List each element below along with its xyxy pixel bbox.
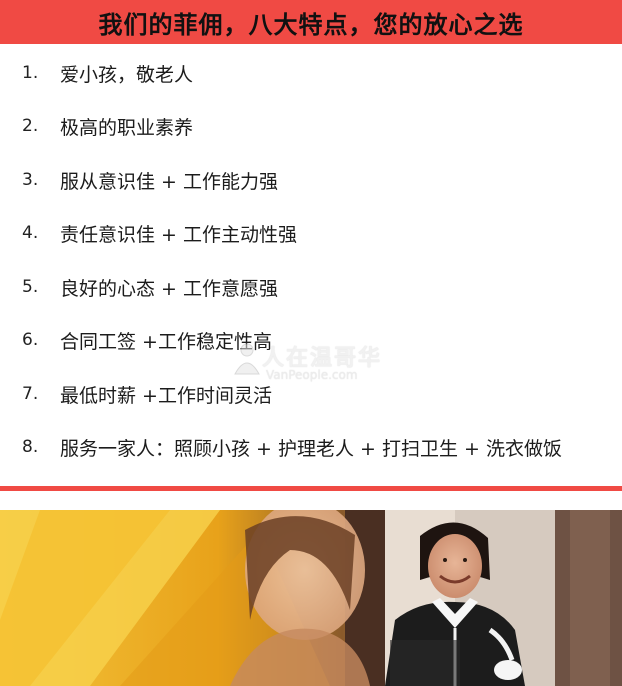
watermark: 人在温哥华 VanPeople.com	[232, 338, 392, 388]
page-title: 我们的菲佣，八大特点，您的放心之选	[98, 9, 524, 39]
list-item: 5. 良好的心态 + 工作意愿强	[0, 272, 622, 302]
item-number: 7.	[22, 384, 39, 404]
item-number: 2.	[22, 116, 39, 136]
list-item: 8. 服务一家人：照顾小孩 + 护理老人 + 打扫卫生 + 洗衣做饭	[0, 432, 622, 462]
item-number: 8.	[22, 437, 39, 457]
feature-list: 1. 爱小孩，敬老人 2. 极高的职业素养 3. 服从意识佳 + 工作能力强 4…	[0, 44, 622, 484]
list-item: 4. 责任意识佳 + 工作主动性强	[0, 218, 622, 248]
item-number: 5.	[22, 277, 39, 297]
item-number: 4.	[22, 223, 39, 243]
section-divider	[0, 486, 622, 491]
item-number: 3.	[22, 170, 39, 190]
list-item: 2. 极高的职业素养	[0, 111, 622, 141]
item-text: 服从意识佳 + 工作能力强	[60, 170, 278, 193]
housekeeper-photo	[0, 510, 622, 686]
person-icon	[234, 343, 260, 375]
item-number: 6.	[22, 330, 39, 350]
item-text: 极高的职业素养	[60, 116, 194, 139]
list-item: 1. 爱小孩，敬老人	[0, 58, 622, 88]
watermark-url: VanPeople.com	[266, 368, 358, 382]
item-text: 责任意识佳 + 工作主动性强	[60, 223, 297, 246]
list-item: 3. 服从意识佳 + 工作能力强	[0, 165, 622, 195]
item-number: 1.	[22, 63, 39, 83]
item-text: 服务一家人：照顾小孩 + 护理老人 + 打扫卫生 + 洗衣做饭	[60, 437, 562, 460]
item-text: 爱小孩，敬老人	[60, 63, 194, 86]
item-text: 良好的心态 + 工作意愿强	[60, 277, 278, 300]
header-banner: 我们的菲佣，八大特点，您的放心之选	[0, 0, 622, 44]
